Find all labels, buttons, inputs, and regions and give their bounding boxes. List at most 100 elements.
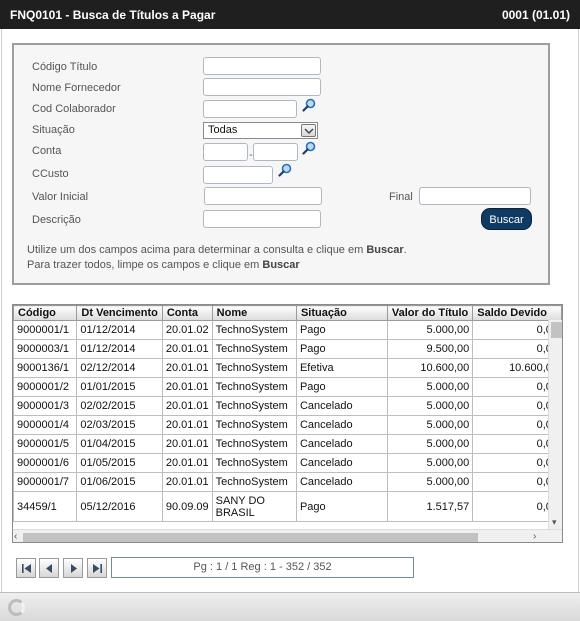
cell-conta: 20.01.02 (161, 320, 213, 340)
col-header-codigo[interactable]: Código (13, 305, 78, 321)
conta-input-1[interactable] (203, 143, 248, 161)
cell-vencimento: 01/06/2015 (76, 472, 163, 492)
cell-situacao: Pago (295, 491, 388, 522)
next-page-button[interactable] (63, 558, 83, 578)
first-page-icon (22, 564, 31, 573)
ccusto-label: CCusto (32, 168, 69, 180)
cell-nome: TechnoSystem (211, 434, 297, 454)
cell-valor: 5.000,00 (386, 396, 474, 416)
ccusto-input[interactable] (203, 166, 273, 184)
situacao-selected-value: Todas (208, 124, 238, 136)
cell-vencimento: 02/12/2014 (76, 358, 163, 378)
situacao-select[interactable]: Todas (203, 122, 318, 139)
cell-codigo: 9000001/3 (13, 396, 78, 416)
cell-situacao: Cancelado (295, 453, 388, 473)
hint-line-2-bold: Buscar (262, 259, 300, 271)
first-page-button[interactable] (16, 558, 36, 578)
buscar-button[interactable]: Buscar (481, 208, 532, 230)
conta-input-2[interactable] (253, 143, 298, 161)
cell-conta: 20.01.01 (161, 396, 213, 416)
table-row[interactable]: 9000136/1 02/12/2014 20.01.01 TechnoSyst… (13, 358, 562, 378)
col-header-nome[interactable]: Nome (211, 305, 297, 321)
cell-situacao: Efetiva (295, 358, 388, 378)
valor-final-input[interactable] (419, 187, 531, 205)
conta-label: Conta (32, 145, 62, 157)
cell-codigo: 34459/1 (13, 491, 78, 522)
table-row[interactable]: 9000001/5 01/04/2015 20.01.01 TechnoSyst… (13, 434, 562, 454)
cell-nome: SANY DO BRASIL (211, 491, 297, 522)
grid-horizontal-scroll-thumb[interactable] (23, 533, 478, 542)
cell-vencimento: 01/01/2015 (76, 377, 163, 397)
cell-nome: TechnoSystem (211, 472, 297, 492)
cell-valor: 1.517,57 (386, 491, 474, 522)
cell-conta: 20.01.01 (161, 415, 213, 435)
cell-nome: TechnoSystem (211, 320, 297, 340)
codigo-titulo-input[interactable] (203, 57, 321, 75)
situacao-label: Situação (32, 124, 75, 136)
table-row[interactable]: 9000001/3 02/02/2015 20.01.01 TechnoSyst… (13, 396, 562, 416)
valor-inicial-input[interactable] (204, 187, 322, 205)
hint-line-1-end: . (403, 244, 407, 256)
cell-codigo: 9000001/6 (13, 453, 78, 473)
cell-conta: 90.09.09 (161, 491, 213, 522)
col-header-saldo[interactable]: Saldo Devido (472, 305, 562, 321)
cell-vencimento: 01/04/2015 (76, 434, 163, 454)
scroll-right-icon[interactable]: › (533, 531, 536, 542)
col-header-situacao[interactable]: Situação (295, 305, 388, 321)
cod-colaborador-input[interactable] (203, 100, 297, 118)
hint-line-2-text: Para trazer todos, limpe os campos e cli… (27, 259, 263, 271)
window-version: 0001 (01.01) (501, 8, 570, 22)
table-row[interactable]: 9000001/2 01/01/2015 20.01.01 TechnoSyst… (13, 377, 562, 397)
table-row[interactable]: 9000001/6 01/05/2015 20.01.01 TechnoSyst… (13, 453, 562, 473)
table-row[interactable]: 9000001/7 01/06/2015 20.01.01 TechnoSyst… (13, 472, 562, 492)
pager-info: Pg : 1 / 1 Reg : 1 - 352 / 352 (111, 557, 414, 578)
cell-vencimento: 01/12/2014 (76, 339, 163, 359)
cell-codigo: 9000001/7 (13, 472, 78, 492)
valor-final-label: Final (389, 191, 413, 203)
cell-situacao: Cancelado (295, 472, 388, 492)
cell-codigo: 9000001/1 (13, 320, 78, 340)
grid-vertical-scroll-thumb[interactable] (551, 322, 562, 338)
nome-fornecedor-input[interactable] (203, 78, 321, 96)
col-header-conta[interactable]: Conta (161, 305, 213, 321)
table-row[interactable]: 9000001/1 01/12/2014 20.01.02 TechnoSyst… (13, 320, 562, 340)
cell-vencimento: 02/03/2015 (76, 415, 163, 435)
cell-situacao: Cancelado (295, 415, 388, 435)
scroll-left-icon[interactable]: ‹ (14, 531, 17, 542)
scroll-down-icon[interactable]: ▾ (552, 517, 557, 528)
cell-nome: TechnoSystem (211, 339, 297, 359)
cell-nome: TechnoSystem (211, 453, 297, 473)
grid-vertical-scrollbar[interactable]: ▾ (548, 320, 562, 530)
window-titlebar: FNQ0101 - Busca de Títulos a Pagar 0001 … (0, 0, 580, 29)
cell-nome: TechnoSystem (211, 377, 297, 397)
cell-valor: 5.000,00 (386, 415, 474, 435)
table-row[interactable]: 9000003/1 01/12/2014 20.01.01 TechnoSyst… (13, 339, 562, 359)
descricao-input[interactable] (203, 210, 321, 228)
ccusto-search-icon[interactable] (278, 163, 292, 177)
results-grid: Código Dt Vencimento Conta Nome Situação… (12, 304, 563, 543)
cell-codigo: 9000001/5 (13, 434, 78, 454)
cell-nome: TechnoSystem (211, 358, 297, 378)
status-bar (0, 592, 580, 621)
cod-colaborador-label: Cod Colaborador (32, 103, 116, 115)
col-header-valor[interactable]: Valor do Título (386, 305, 474, 321)
cell-codigo: 9000001/4 (13, 415, 78, 435)
cell-nome: TechnoSystem (211, 396, 297, 416)
table-header-row: Código Dt Vencimento Conta Nome Situação… (13, 305, 562, 321)
cod-colaborador-search-icon[interactable] (302, 98, 316, 112)
previous-page-button[interactable] (39, 558, 59, 578)
chevron-down-icon[interactable] (301, 124, 316, 137)
cell-valor: 5.000,00 (386, 377, 474, 397)
grid-horizontal-scrollbar[interactable]: ‹ › (13, 529, 562, 542)
cell-valor: 9.500,00 (386, 339, 474, 359)
col-header-vencimento[interactable]: Dt Vencimento (76, 305, 163, 321)
table-row[interactable]: 9000001/4 02/03/2015 20.01.01 TechnoSyst… (13, 415, 562, 435)
hint-line-2: Para trazer todos, limpe os campos e cli… (27, 259, 300, 271)
cell-conta: 20.01.01 (161, 434, 213, 454)
conta-search-icon[interactable] (302, 141, 316, 155)
cell-conta: 20.01.01 (161, 358, 213, 378)
nome-fornecedor-label: Nome Fornecedor (32, 82, 121, 94)
hint-line-1-bold: Buscar (366, 244, 404, 256)
table-row[interactable]: 34459/1 05/12/2016 90.09.09 SANY DO BRAS… (13, 491, 562, 522)
last-page-button[interactable] (87, 558, 107, 578)
